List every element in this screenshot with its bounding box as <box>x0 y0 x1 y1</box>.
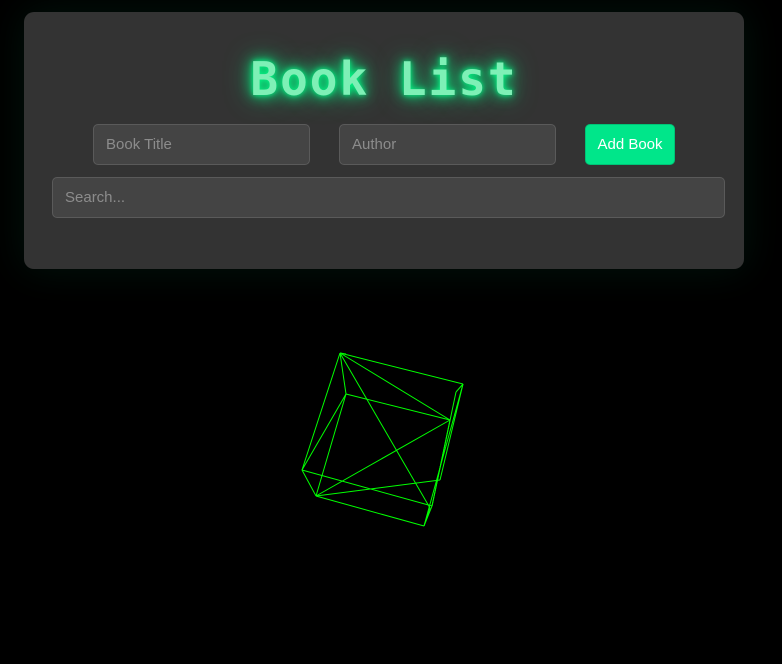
wireframe-cube <box>301 352 464 527</box>
cube-edge <box>301 393 347 471</box>
cube-edge <box>345 393 451 421</box>
book-list-panel: Book List Add Book <box>24 12 744 269</box>
cube-edge <box>315 495 425 527</box>
cube-edge <box>301 469 317 497</box>
cube-edge <box>339 352 464 385</box>
cube-edge <box>301 352 341 471</box>
page: Book List Add Book <box>0 0 782 664</box>
cube-edge <box>339 352 451 421</box>
add-book-button[interactable]: Add Book <box>585 124 675 165</box>
search-input[interactable] <box>52 177 725 218</box>
cube-edge <box>315 419 451 497</box>
cube-edge <box>301 469 433 507</box>
page-title: Book List <box>250 52 518 106</box>
cube-edge <box>423 383 464 527</box>
wireframe-cube-canvas <box>301 352 464 527</box>
author-input[interactable] <box>339 124 556 165</box>
book-title-input[interactable] <box>93 124 310 165</box>
